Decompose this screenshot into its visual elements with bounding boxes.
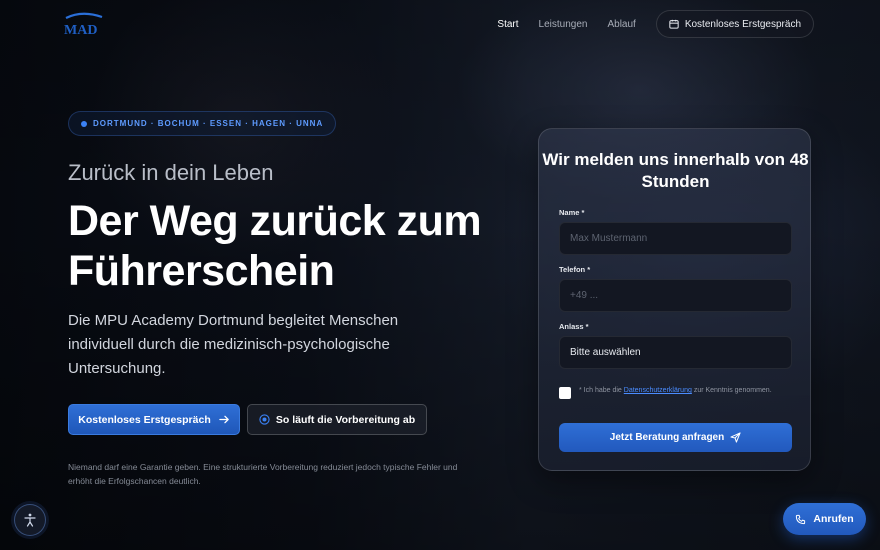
consent-row: * Ich habe die Datenschutzerklärung zur … [559, 385, 779, 399]
disclaimer-text: Niemand darf eine Garantie geben. Eine s… [68, 462, 458, 486]
nav-item-leistungen[interactable]: Leistungen [539, 19, 588, 30]
consent-checkbox[interactable] [559, 387, 571, 399]
phone-label: Telefon * [559, 265, 591, 274]
phone-field-wrapper [559, 279, 792, 312]
free-consultation-button[interactable]: Kostenloses Erstgespräch [68, 404, 240, 435]
header-cta-label: Kostenloses Erstgespräch [684, 18, 801, 30]
hero-lead: Die MPU Academy Dortmund begleitet Mensc… [68, 312, 399, 377]
hero-headline: Der Weg zurück zum Führerschein [68, 197, 482, 295]
name-field-wrapper [559, 222, 792, 255]
accessibility-button[interactable] [14, 504, 46, 536]
arrow-right-icon [219, 415, 229, 424]
consent-text: * Ich habe die Datenschutzerklärung zur … [579, 385, 779, 399]
nav-item-start[interactable]: Start [497, 19, 518, 30]
main-nav: Start Leistungen Ablauf Kostenloses Erst… [497, 10, 814, 38]
submit-button[interactable]: Jetzt Beratung anfragen [559, 423, 792, 452]
phone-icon [796, 514, 806, 524]
contact-form-card: Wir melden uns innerhalb von 48 Stunden … [538, 128, 811, 471]
badge-dot-icon [81, 120, 87, 127]
send-icon [730, 432, 741, 443]
logo-mark: MAD [64, 12, 103, 38]
location-badge: DORTMUND · BOCHUM · ESSEN · HAGEN · UNNA [68, 111, 337, 136]
phone-input[interactable] [570, 290, 781, 301]
header-cta-button[interactable]: Kostenloses Erstgespräch [655, 10, 814, 38]
call-label: Anrufen [813, 513, 854, 525]
accessibility-icon [24, 513, 36, 527]
consent-suffix: zur Kenntnis genommen. [693, 387, 772, 394]
name-input[interactable] [570, 233, 781, 244]
privacy-policy-link[interactable]: Datenschutzerklärung [624, 387, 692, 394]
calendar-icon [669, 19, 679, 29]
reason-label: Anlass * [559, 322, 589, 331]
name-label: Name * [559, 208, 585, 217]
reason-select[interactable]: Bitte auswählen [559, 336, 792, 369]
consent-prefix: * Ich habe die [579, 387, 622, 394]
submit-label: Jetzt Beratung anfragen [609, 432, 725, 443]
hero-subtitle: Zurück in dein Leben [68, 160, 274, 185]
svg-text:MAD: MAD [64, 23, 97, 36]
call-button[interactable]: Anrufen [783, 503, 866, 535]
play-circle-icon [259, 414, 270, 425]
free-consultation-label: Kostenloses Erstgespräch [78, 413, 211, 426]
badge-label: DORTMUND · BOCHUM · ESSEN · HAGEN · UNNA [93, 119, 324, 128]
reason-selected-value: Bitte auswählen [570, 347, 641, 358]
preparation-flow-label: So läuft die Vorbereitung ab [275, 413, 416, 426]
logo[interactable]: MAD [62, 12, 104, 38]
nav-item-ablauf[interactable]: Ablauf [607, 19, 635, 30]
form-title: Wir melden uns innerhalb von 48 Stunden [542, 150, 809, 191]
preparation-flow-button[interactable]: So läuft die Vorbereitung ab [247, 404, 427, 435]
